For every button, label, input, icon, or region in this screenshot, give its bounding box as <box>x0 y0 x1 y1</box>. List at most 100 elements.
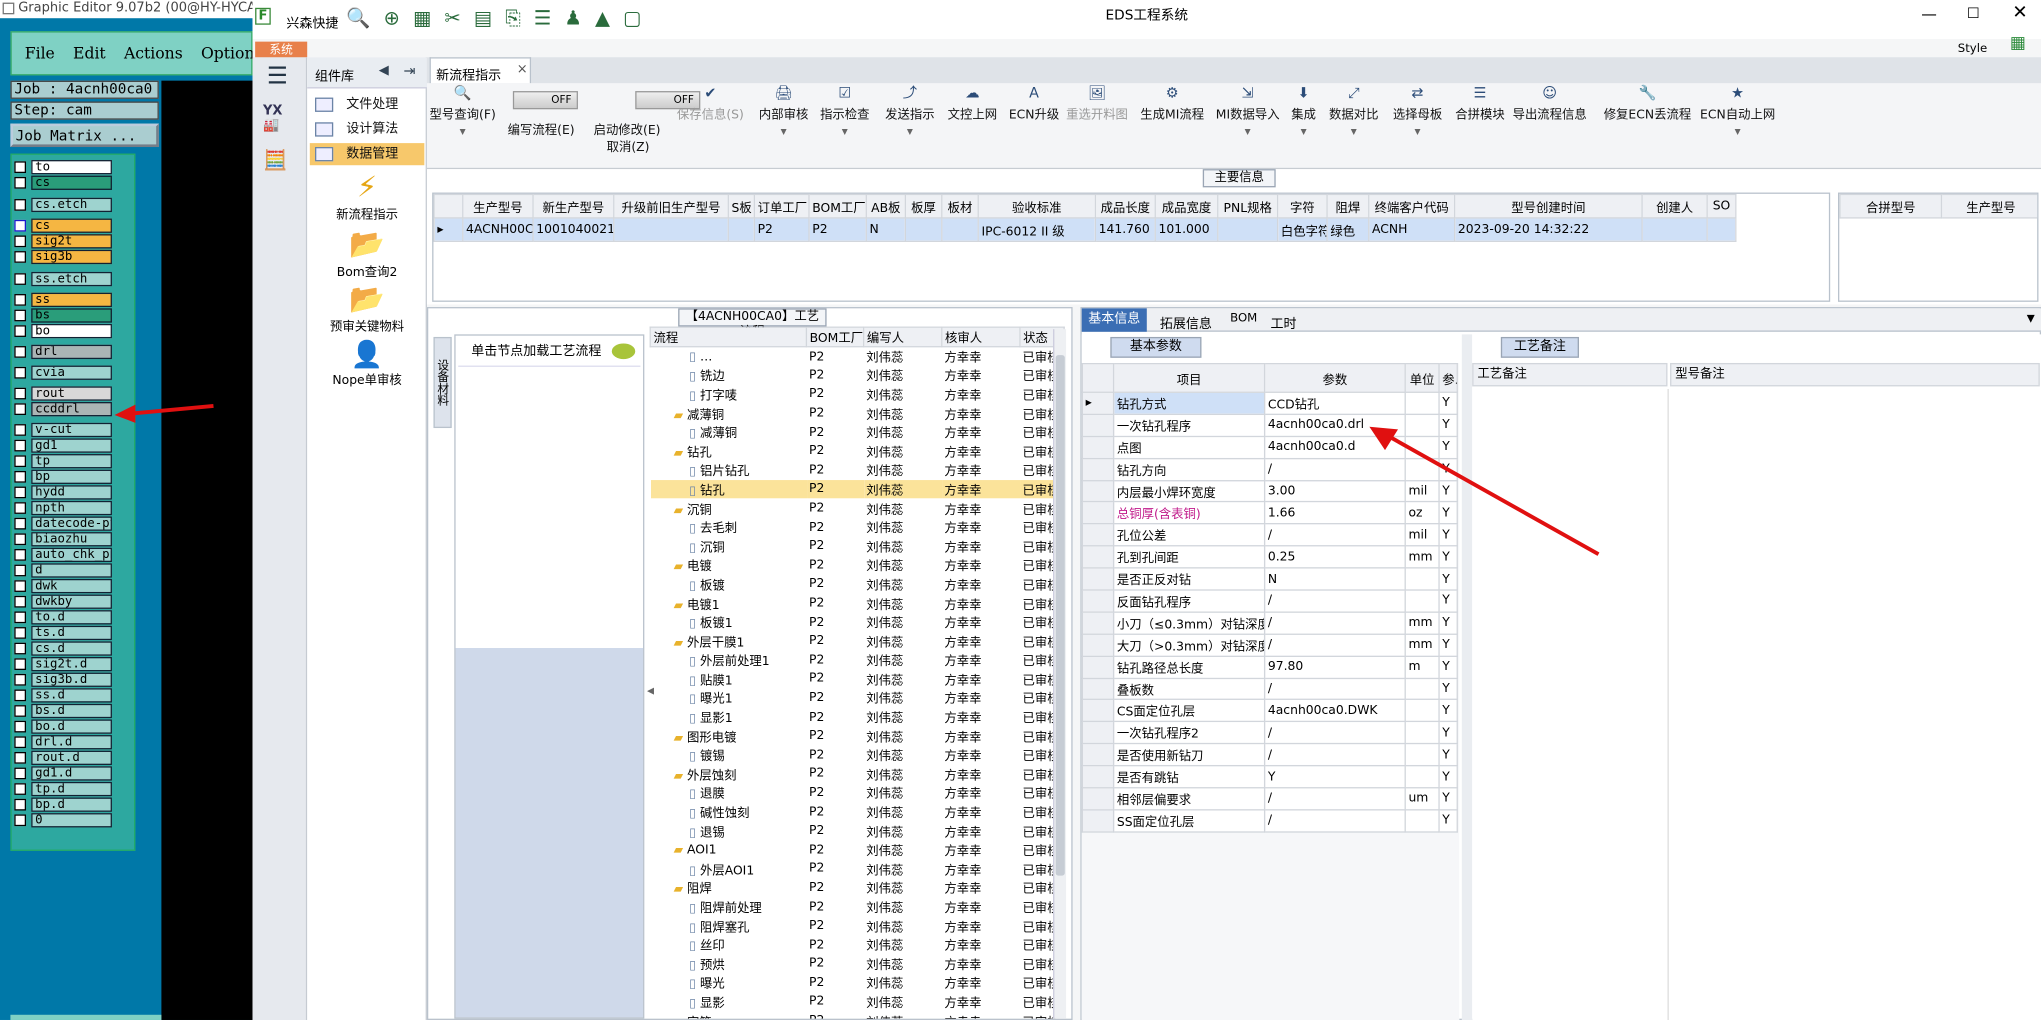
dropdown-arrow-icon[interactable]: ▼ <box>1393 127 1442 136</box>
layer-name[interactable]: to.d <box>31 610 112 625</box>
param-value[interactable]: / <box>1263 633 1406 657</box>
mi-data-import-button[interactable]: ⇲ MI数据导入 ▼ <box>1216 85 1280 136</box>
layer-name[interactable]: cs <box>31 218 112 233</box>
tree-row[interactable]: ▰ 电镀1 P2 刘伟蕊 方幸幸 已审核 <box>650 594 1064 613</box>
layer-row[interactable]: gd1.d <box>14 766 112 781</box>
edit-flow-label[interactable]: 编写流程(E) <box>508 120 575 138</box>
param-row[interactable]: 反面钻孔程序 / Y <box>1081 589 1458 613</box>
tree-node[interactable]: ▯ 去毛刺 <box>650 518 806 537</box>
layer-checkbox[interactable] <box>14 366 27 379</box>
param-row[interactable]: SS面定位孔层 / Y <box>1081 809 1458 833</box>
layer-row[interactable]: bo <box>14 323 112 339</box>
layer-checkbox[interactable] <box>14 199 27 211</box>
table-cell[interactable] <box>941 217 979 242</box>
tree-column-header[interactable]: BOM工厂 <box>805 326 865 348</box>
close-tab-icon[interactable]: × <box>517 62 528 76</box>
tree-node[interactable]: ▰ AOI1 <box>650 840 806 859</box>
layer-name[interactable]: sig2t.d <box>31 657 112 672</box>
tree-row[interactable]: ▯ 预烘 P2 刘伟蕊 方幸幸 已审核 <box>650 954 1064 973</box>
layer-row[interactable]: rout.d <box>14 750 112 765</box>
layer-name[interactable]: drl <box>31 344 112 360</box>
layer-name[interactable]: 0 <box>31 813 112 828</box>
layer-checkbox[interactable] <box>14 689 27 702</box>
layer-row[interactable]: ts.d <box>14 625 112 641</box>
layer-checkbox[interactable] <box>14 627 27 639</box>
tree-row[interactable]: ▯ 打字唛 P2 刘伟蕊 方幸幸 已审核 <box>650 385 1064 404</box>
splitter[interactable] <box>1461 334 1473 1020</box>
table-cell[interactable] <box>1641 217 1708 242</box>
param-row[interactable]: 点图 4acnh00ca0.d Y <box>1081 435 1458 459</box>
tree-row[interactable]: ▯ 曝光 P2 刘伟蕊 方幸幸 已审核 <box>650 973 1064 992</box>
tree-row[interactable]: ▯ 去毛刺 P2 刘伟蕊 方幸幸 已审核 <box>650 518 1064 537</box>
param-value[interactable]: N <box>1263 567 1406 591</box>
layer-row[interactable]: sig2t <box>14 234 112 249</box>
layer-row[interactable]: ss.etch <box>14 271 112 287</box>
layer-name[interactable]: bo.d <box>31 719 112 734</box>
layer-row[interactable]: sig3b.d <box>14 672 112 687</box>
layer-name[interactable]: gd1.d <box>31 766 112 781</box>
layer-row[interactable]: tp.d <box>14 781 112 797</box>
param-value[interactable]: 4acnh00ca0.DWK <box>1263 699 1406 723</box>
tree-row[interactable]: ▰ 图形电镀 P2 刘伟蕊 方幸幸 已审核 <box>650 726 1064 745</box>
column-header[interactable]: BOM工厂 <box>808 193 867 219</box>
tab-extended-info[interactable]: 拓展信息 <box>1160 312 1212 331</box>
table-cell[interactable]: 2023-09-20 14:32:22 <box>1453 217 1643 242</box>
column-header[interactable]: 板材 <box>941 193 979 219</box>
tree-node[interactable]: ▯ 减薄铜 <box>650 423 806 442</box>
layer-row[interactable]: cs.d <box>14 641 112 656</box>
menu-edit[interactable]: Edit <box>73 44 106 62</box>
layer-checkbox[interactable] <box>14 611 27 624</box>
scrollbar-thumb[interactable] <box>1055 355 1065 876</box>
tree-row[interactable]: ▯ 沉铜 P2 刘伟蕊 方幸幸 已审核 <box>650 537 1064 556</box>
layer-row[interactable]: bp.d <box>14 797 112 812</box>
merge-header[interactable]: 生产型号 <box>1940 193 2038 219</box>
tree-node[interactable]: ▯ 曝光1 <box>650 688 806 707</box>
layer-checkbox[interactable] <box>14 783 27 795</box>
reselect-cutting-button[interactable]: 🖼 重选开料图 <box>1066 85 1128 122</box>
param-row[interactable]: 孔到孔间距 0.25 mm Y <box>1081 545 1458 569</box>
merge-module-button[interactable]: ☰ 合拼模块 <box>1455 85 1504 122</box>
graphics-canvas[interactable] <box>161 80 253 1020</box>
tree-node[interactable]: ▯ 沉铜 <box>650 537 806 556</box>
tree-row[interactable]: ▯ 镀锡 P2 刘伟蕊 方幸幸 已审核 <box>650 745 1064 764</box>
tree-node[interactable]: ▯ 板镀1 <box>650 613 806 632</box>
layer-row[interactable]: v-cut <box>14 422 112 438</box>
tree-node[interactable]: ▯ 退膜 <box>650 783 806 802</box>
ecn-auto-upload-button[interactable]: ★ ECN自动上网 ▼ <box>1700 85 1775 136</box>
tree-column-header[interactable]: 核审人 <box>941 326 1021 348</box>
param-row[interactable]: 钻孔方向 / Y <box>1081 457 1458 481</box>
layer-name[interactable]: hydd <box>31 485 112 500</box>
tree-row[interactable]: ▰ 钻孔 P2 刘伟蕊 方幸幸 已审核 <box>650 442 1064 461</box>
tree-column-header[interactable]: 编写人 <box>863 326 943 348</box>
layer-name[interactable]: bs.d <box>31 703 112 719</box>
layer-name[interactable]: sig2t <box>31 234 112 249</box>
layer-checkbox[interactable] <box>14 486 27 499</box>
tree-scrollbar[interactable] <box>1053 329 1067 1019</box>
layer-row[interactable]: drl.d <box>14 735 112 750</box>
layer-row[interactable]: to <box>14 160 112 175</box>
column-header[interactable]: 升级前旧生产型号 <box>613 193 729 219</box>
param-value[interactable]: 4acnh00ca0.d <box>1263 435 1406 459</box>
layer-row[interactable]: gd1 <box>14 438 112 453</box>
layer-name[interactable]: cs <box>31 175 112 190</box>
tree-node[interactable]: ▰ 外层干膜1 <box>650 632 806 651</box>
close-button[interactable]: ✕ <box>2012 3 2027 24</box>
layer-checkbox[interactable] <box>14 549 27 561</box>
tree-node[interactable]: ▯ 铝片钻孔 <box>650 461 806 480</box>
layer-row[interactable]: bs <box>14 308 112 323</box>
layer-name[interactable]: tp.d <box>31 781 112 797</box>
dropdown-icon[interactable]: ▼ <box>2027 312 2035 324</box>
param-value[interactable]: CCD钻孔 <box>1263 391 1406 415</box>
grid-icon[interactable]: ▦ <box>2010 34 2036 55</box>
tab-new-flow-instruction[interactable]: 新流程指示 × <box>429 57 532 84</box>
tree-node[interactable]: ▯ 退锡 <box>650 821 806 840</box>
tree-row[interactable]: ▯ 显影1 P2 刘伟蕊 方幸幸 已审核 <box>650 707 1064 726</box>
tree-node[interactable]: ▯ 阻焊前处理 <box>650 897 806 916</box>
tree-row[interactable]: ▯ 铝片钻孔 P2 刘伟蕊 方幸幸 已审核 <box>650 461 1064 480</box>
tree-column-header[interactable]: 流程 <box>649 326 808 348</box>
craft-notes-header[interactable]: 工艺备注 <box>1472 362 1668 387</box>
data-compare-button[interactable]: ⤢ 数据对比 ▼ <box>1329 85 1378 136</box>
generate-mi-flow-button[interactable]: ⚙ 生成MI流程 <box>1140 85 1204 122</box>
yx-tool-icon[interactable]: YX 🏭 <box>263 104 297 138</box>
dropdown-arrow-icon[interactable]: ▼ <box>1291 127 1316 136</box>
